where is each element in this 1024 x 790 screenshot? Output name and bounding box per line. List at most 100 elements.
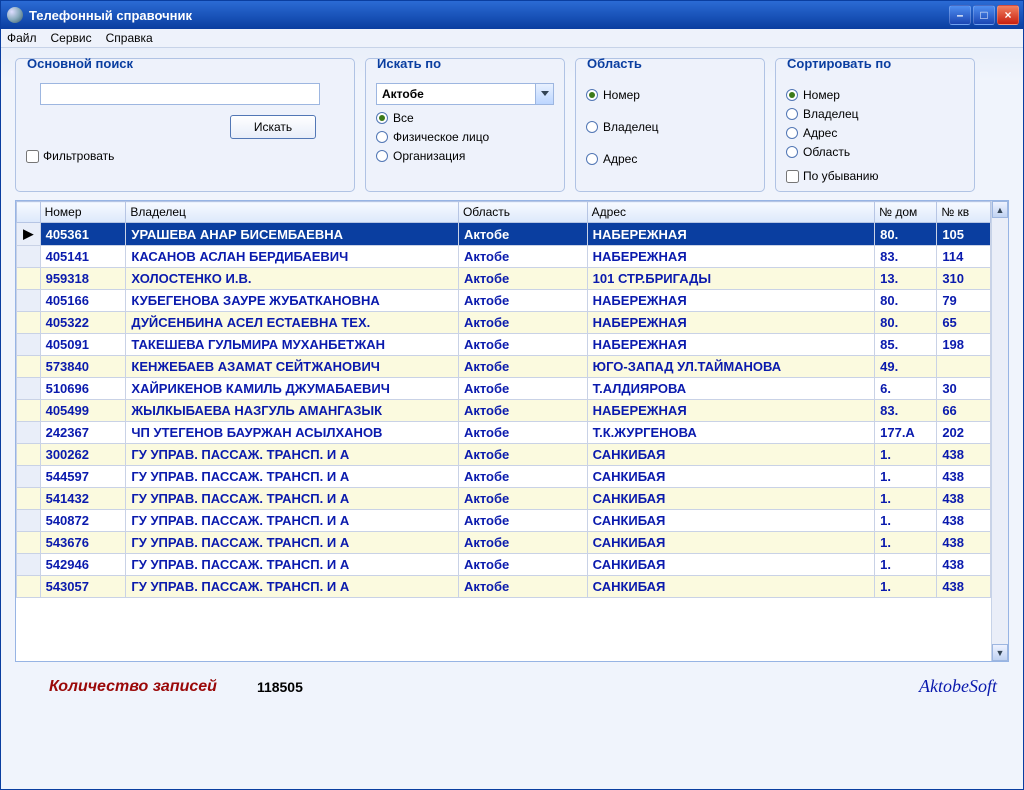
col-region[interactable]: Область bbox=[458, 202, 587, 223]
table-row[interactable]: 405166КУБЕГЕНОВА ЗАУРЕ ЖУБАТКАНОВНААктоб… bbox=[17, 290, 991, 312]
group-search-by: Искать по Актобе Все Физическое лицо Орг… bbox=[365, 58, 565, 192]
cell-region: Актобе bbox=[458, 400, 587, 422]
row-indicator bbox=[17, 246, 41, 268]
col-owner[interactable]: Владелец bbox=[126, 202, 459, 223]
radio-icon bbox=[586, 121, 598, 133]
cell-owner: ГУ УПРАВ. ПАССАЖ. ТРАНСП. И А bbox=[126, 532, 459, 554]
cell-house: 1. bbox=[875, 444, 937, 466]
table-row[interactable]: 543057ГУ УПРАВ. ПАССАЖ. ТРАНСП. И ААктоб… bbox=[17, 576, 991, 598]
search-button[interactable]: Искать bbox=[230, 115, 316, 139]
desc-checkbox[interactable] bbox=[786, 170, 799, 183]
cell-house: 1. bbox=[875, 466, 937, 488]
cell-num: 405361 bbox=[40, 223, 126, 246]
radio-organization[interactable]: Организация bbox=[376, 149, 554, 163]
cell-house: 6. bbox=[875, 378, 937, 400]
table-row[interactable]: 544597ГУ УПРАВ. ПАССАЖ. ТРАНСП. И ААктоб… bbox=[17, 466, 991, 488]
table-row[interactable]: 510696ХАЙРИКЕНОВ КАМИЛЬ ДЖУМАБАЕВИЧАктоб… bbox=[17, 378, 991, 400]
cell-house: 83. bbox=[875, 246, 937, 268]
radio-icon bbox=[786, 89, 798, 101]
window-title: Телефонный справочник bbox=[29, 8, 949, 23]
region-selected: Актобе bbox=[376, 83, 536, 105]
vertical-scrollbar[interactable]: ▲ ▼ bbox=[991, 201, 1008, 661]
cell-addr: НАБЕРЕЖНАЯ bbox=[587, 334, 874, 356]
table-row[interactable]: 405322ДУЙСЕНБИНА АСЕЛ ЕСТАЕВНА ТЕХ.Актоб… bbox=[17, 312, 991, 334]
group-legend: Основной поиск bbox=[24, 56, 136, 71]
search-input[interactable] bbox=[40, 83, 320, 105]
scroll-track[interactable] bbox=[992, 218, 1008, 644]
cell-house: 85. bbox=[875, 334, 937, 356]
titlebar[interactable]: Телефонный справочник – □ × bbox=[1, 1, 1023, 29]
sort-radio-address[interactable]: Адрес bbox=[786, 126, 964, 140]
cell-region: Актобе bbox=[458, 466, 587, 488]
scroll-down-icon[interactable]: ▼ bbox=[992, 644, 1008, 661]
cell-apt: 30 bbox=[937, 378, 991, 400]
cell-house: 80. bbox=[875, 290, 937, 312]
row-indicator bbox=[17, 576, 41, 598]
row-indicator bbox=[17, 488, 41, 510]
radio-icon bbox=[376, 131, 388, 143]
cell-house: 1. bbox=[875, 532, 937, 554]
footer: Количество записей 118505 AktobeSoft bbox=[1, 662, 1023, 701]
table-row[interactable]: 405091ТАКЕШЕВА ГУЛЬМИРА МУХАНБЕТЖАНАктоб… bbox=[17, 334, 991, 356]
table-row[interactable]: 300262ГУ УПРАВ. ПАССАЖ. ТРАНСП. И ААктоб… bbox=[17, 444, 991, 466]
sort-radio-owner[interactable]: Владелец bbox=[786, 107, 964, 121]
close-button[interactable]: × bbox=[997, 5, 1019, 25]
cell-house: 80. bbox=[875, 223, 937, 246]
maximize-button[interactable]: □ bbox=[973, 5, 995, 25]
scroll-up-icon[interactable]: ▲ bbox=[992, 201, 1008, 218]
menu-file[interactable]: Файл bbox=[7, 31, 37, 45]
cell-num: 541432 bbox=[40, 488, 126, 510]
col-number[interactable]: Номер bbox=[40, 202, 126, 223]
table-row[interactable]: 573840КЕНЖЕБАЕВ АЗАМАТ СЕЙТЖАНОВИЧАктобе… bbox=[17, 356, 991, 378]
filter-checkbox[interactable] bbox=[26, 150, 39, 163]
region-combo[interactable]: Актобе bbox=[376, 83, 554, 105]
cell-region: Актобе bbox=[458, 290, 587, 312]
cell-addr: САНКИБАЯ bbox=[587, 554, 874, 576]
cell-apt: 438 bbox=[937, 466, 991, 488]
col-address[interactable]: Адрес bbox=[587, 202, 874, 223]
cell-apt: 114 bbox=[937, 246, 991, 268]
cell-addr: САНКИБАЯ bbox=[587, 532, 874, 554]
table-row[interactable]: 405141КАСАНОВ АСЛАН БЕРДИБАЕВИЧАктобеНАБ… bbox=[17, 246, 991, 268]
cell-addr: НАБЕРЕЖНАЯ bbox=[587, 223, 874, 246]
row-indicator bbox=[17, 466, 41, 488]
chevron-down-icon[interactable] bbox=[536, 83, 554, 105]
table-row[interactable]: ▶405361УРАШЕВА АНАР БИСЕМБАЕВНААктобеНАБ… bbox=[17, 223, 991, 246]
table-row[interactable]: 543676ГУ УПРАВ. ПАССАЖ. ТРАНСП. И ААктоб… bbox=[17, 532, 991, 554]
cell-apt: 198 bbox=[937, 334, 991, 356]
app-window: Телефонный справочник – □ × Файл Сервис … bbox=[0, 0, 1024, 790]
cell-house: 177.А bbox=[875, 422, 937, 444]
radio-all[interactable]: Все bbox=[376, 111, 554, 125]
table-row[interactable]: 541432ГУ УПРАВ. ПАССАЖ. ТРАНСП. И ААктоб… bbox=[17, 488, 991, 510]
cell-region: Актобе bbox=[458, 334, 587, 356]
group-main-search: Основной поиск Искать Фильтровать bbox=[15, 58, 355, 192]
cell-region: Актобе bbox=[458, 223, 587, 246]
area-radio-number[interactable]: Номер bbox=[586, 88, 754, 102]
cell-apt: 66 bbox=[937, 400, 991, 422]
cell-owner: ГУ УПРАВ. ПАССАЖ. ТРАНСП. И А bbox=[126, 510, 459, 532]
cell-owner: ЧП УТЕГЕНОВ БАУРЖАН АСЫЛХАНОВ bbox=[126, 422, 459, 444]
table-row[interactable]: 542946ГУ УПРАВ. ПАССАЖ. ТРАНСП. И ААктоб… bbox=[17, 554, 991, 576]
cell-owner: ГУ УПРАВ. ПАССАЖ. ТРАНСП. И А bbox=[126, 444, 459, 466]
cell-region: Актобе bbox=[458, 378, 587, 400]
cell-owner: КУБЕГЕНОВА ЗАУРЕ ЖУБАТКАНОВНА bbox=[126, 290, 459, 312]
menu-service[interactable]: Сервис bbox=[51, 31, 92, 45]
radio-individual[interactable]: Физическое лицо bbox=[376, 130, 554, 144]
menu-help[interactable]: Справка bbox=[106, 31, 153, 45]
area-radio-address[interactable]: Адрес bbox=[586, 152, 754, 166]
col-indicator[interactable] bbox=[17, 202, 41, 223]
col-house[interactable]: № дом bbox=[875, 202, 937, 223]
cell-owner: КЕНЖЕБАЕВ АЗАМАТ СЕЙТЖАНОВИЧ bbox=[126, 356, 459, 378]
table-row[interactable]: 959318ХОЛОСТЕНКО И.В.Актобе101 СТР.БРИГА… bbox=[17, 268, 991, 290]
radio-icon bbox=[586, 153, 598, 165]
cell-num: 542946 bbox=[40, 554, 126, 576]
col-apt[interactable]: № кв bbox=[937, 202, 991, 223]
table-row[interactable]: 242367ЧП УТЕГЕНОВ БАУРЖАН АСЫЛХАНОВАктоб… bbox=[17, 422, 991, 444]
row-indicator bbox=[17, 400, 41, 422]
sort-radio-number[interactable]: Номер bbox=[786, 88, 964, 102]
table-row[interactable]: 540872ГУ УПРАВ. ПАССАЖ. ТРАНСП. И ААктоб… bbox=[17, 510, 991, 532]
sort-radio-region[interactable]: Область bbox=[786, 145, 964, 159]
area-radio-owner[interactable]: Владелец bbox=[586, 120, 754, 134]
table-row[interactable]: 405499ЖЫЛКЫБАЕВА НАЗГУЛЬ АМАНГАЗЫКАктобе… bbox=[17, 400, 991, 422]
minimize-button[interactable]: – bbox=[949, 5, 971, 25]
